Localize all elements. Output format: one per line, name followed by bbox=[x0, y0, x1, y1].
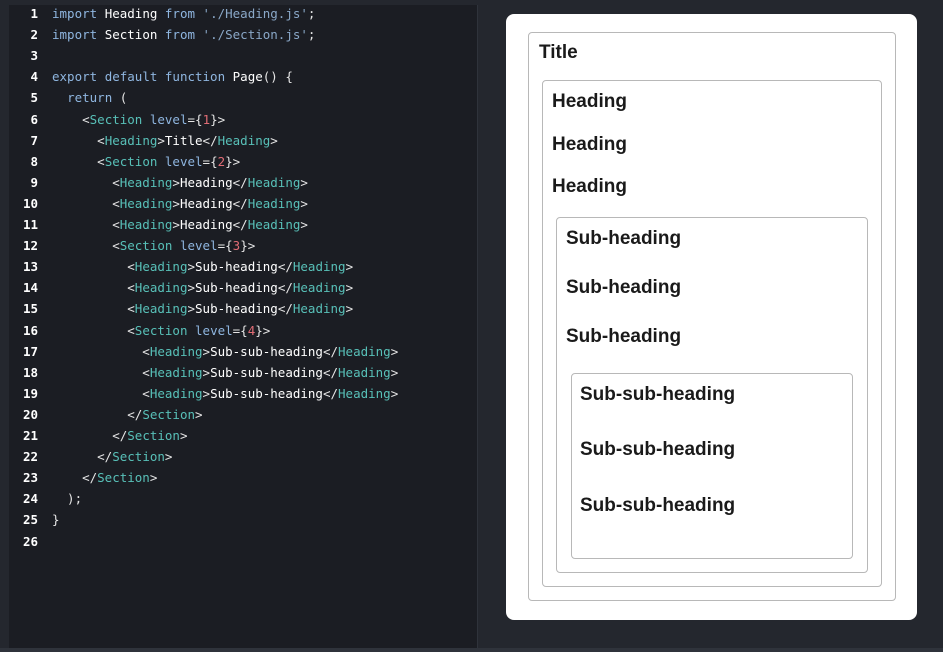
heading-level-3: Sub-heading bbox=[566, 228, 682, 249]
code-line[interactable]: 3 bbox=[9, 45, 477, 66]
code-line[interactable]: 1 import Heading from './Heading.js'; bbox=[9, 5, 477, 24]
heading-level-3: Sub-heading bbox=[566, 326, 682, 347]
line-number: 4 bbox=[30, 69, 38, 85]
code-text: <Heading>Sub-sub-heading</Heading> bbox=[52, 364, 399, 380]
code-text: </Section> bbox=[52, 428, 188, 443]
line-number: 21 bbox=[22, 428, 38, 443]
code-line[interactable]: 14 <Heading>Sub-heading</Heading> bbox=[9, 277, 477, 298]
code-editor[interactable]: 1 import Heading from './Heading.js'; 2 imp… bbox=[9, 5, 478, 648]
code-text: <Section level={3}> bbox=[52, 238, 256, 254]
preview-output: Title Heading Heading Heading Sub-headin… bbox=[506, 14, 917, 620]
code-line[interactable]: 5 return ( bbox=[9, 87, 477, 108]
code-line[interactable]: 12 <Section level={3}> bbox=[9, 235, 477, 256]
code-line[interactable]: 24 ); bbox=[9, 488, 477, 509]
code-text: <Heading>Heading</Heading> bbox=[52, 195, 308, 211]
code-text: return ( bbox=[67, 90, 128, 106]
code-text: import Heading from './Heading.js'; bbox=[52, 6, 316, 21]
code-text: import Section from './Section.js'; bbox=[52, 27, 316, 43]
line-number: 23 bbox=[22, 470, 38, 486]
code-text: } bbox=[52, 512, 60, 528]
code-line[interactable]: 9 <Heading>Heading</Heading> bbox=[9, 172, 477, 193]
heading-level-2: Heading bbox=[552, 176, 627, 197]
line-number: 6 bbox=[30, 111, 38, 127]
editor-gutter-edge bbox=[0, 0, 9, 652]
code-text: export default function Page() { bbox=[52, 69, 293, 85]
code-text: ); bbox=[52, 491, 83, 507]
code-text: <Heading>Sub-sub-heading</Heading> bbox=[52, 343, 399, 359]
line-number: 22 bbox=[22, 449, 38, 465]
line-number: 14 bbox=[22, 280, 38, 296]
heading-level-4: Sub-sub-heading bbox=[580, 439, 736, 460]
line-number: 13 bbox=[22, 259, 38, 275]
code-text: <Heading>Heading</Heading> bbox=[52, 217, 308, 232]
code-line[interactable]: 23 </Section> bbox=[9, 467, 477, 488]
line-number: 1 bbox=[30, 6, 38, 21]
line-number: 8 bbox=[30, 153, 38, 169]
code-text: <Heading>Sub-heading</Heading> bbox=[52, 259, 354, 275]
code-text: <Heading>Sub-heading</Heading> bbox=[52, 301, 354, 317]
code-text: <Section level={1}> bbox=[52, 111, 226, 127]
heading-level-2: Heading bbox=[552, 134, 627, 155]
code-line[interactable]: 4 export default function Page() { bbox=[9, 66, 477, 87]
line-number: 24 bbox=[22, 491, 38, 507]
code-text: <Section level={2}> bbox=[52, 153, 241, 169]
code-line[interactable]: 11 <Heading>Heading</Heading> bbox=[9, 214, 477, 235]
code-line[interactable]: 17 <Heading>Sub-sub-heading</Heading> bbox=[9, 341, 477, 362]
code-text: <Heading>Heading</Heading> bbox=[52, 174, 308, 190]
code-line[interactable]: 2 import Section from './Section.js'; bbox=[9, 24, 477, 45]
code-line[interactable]: 10 <Heading>Heading</Heading> bbox=[9, 193, 477, 214]
code-text: <Section level={4}> bbox=[52, 322, 271, 338]
heading-title: Title bbox=[539, 42, 578, 63]
code-line[interactable]: 22 </Section> bbox=[9, 446, 477, 467]
code-line[interactable]: 16 <Section level={4}> bbox=[9, 320, 477, 341]
heading-level-4: Sub-sub-heading bbox=[580, 495, 736, 516]
code-line[interactable]: 25} bbox=[9, 509, 477, 530]
line-number: 15 bbox=[22, 301, 38, 317]
line-number: 10 bbox=[22, 195, 38, 211]
line-number: 3 bbox=[30, 48, 38, 64]
line-number: 2 bbox=[30, 27, 38, 43]
line-number: 5 bbox=[30, 90, 38, 106]
code-line[interactable]: 15 <Heading>Sub-heading</Heading> bbox=[9, 298, 477, 319]
code-line[interactable]: 18 <Heading>Sub-sub-heading</Heading> bbox=[9, 362, 477, 383]
code-text: </Section> bbox=[52, 470, 158, 486]
code-line[interactable]: 13 <Heading>Sub-heading</Heading> bbox=[9, 256, 477, 277]
heading-level-2: Heading bbox=[552, 91, 627, 112]
code-line[interactable]: 8 <Section level={2}> bbox=[9, 151, 477, 172]
line-number: 20 bbox=[22, 406, 38, 422]
code-line[interactable]: 19 <Heading>Sub-sub-heading</Heading> bbox=[9, 383, 477, 404]
code-line[interactable]: 7 <Heading>Title</Heading> bbox=[9, 130, 477, 151]
line-number: 7 bbox=[30, 132, 38, 148]
line-number: 19 bbox=[22, 385, 38, 401]
line-number: 12 bbox=[22, 238, 38, 254]
code-line[interactable]: 26 bbox=[9, 531, 477, 552]
line-number: 16 bbox=[22, 322, 38, 338]
line-number: 25 bbox=[22, 512, 38, 528]
line-number: 17 bbox=[22, 343, 38, 359]
heading-level-4: Sub-sub-heading bbox=[580, 384, 736, 405]
code-text: <Heading>Sub-sub-heading</Heading> bbox=[52, 385, 399, 401]
code-text: <Heading>Sub-heading</Heading> bbox=[52, 280, 354, 296]
code-text: </Section> bbox=[52, 406, 203, 422]
line-number: 26 bbox=[22, 533, 38, 549]
code-line[interactable]: 21 </Section> bbox=[9, 425, 477, 446]
code-text: </Section> bbox=[52, 449, 173, 465]
bottom-bar bbox=[0, 648, 943, 652]
line-number: 11 bbox=[22, 217, 38, 232]
code-text: <Heading>Title</Heading> bbox=[52, 132, 278, 148]
line-number: 18 bbox=[22, 364, 38, 380]
line-number: 9 bbox=[30, 174, 38, 190]
code-line[interactable]: 20 </Section> bbox=[9, 404, 477, 425]
code-line[interactable]: 6 <Section level={1}> bbox=[9, 109, 477, 130]
heading-level-3: Sub-heading bbox=[566, 277, 682, 298]
